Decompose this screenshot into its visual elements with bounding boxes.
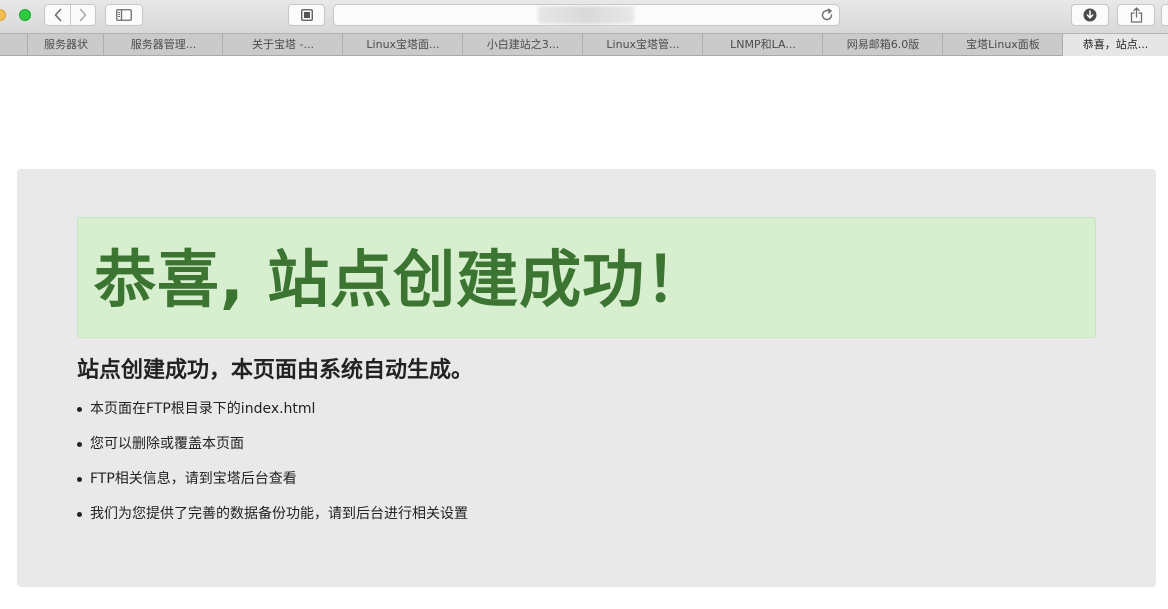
tab-label: Linux宝塔面...	[366, 38, 440, 51]
forward-icon	[79, 8, 87, 22]
reload-icon[interactable]	[820, 8, 834, 22]
tab-label: 服务器管理...	[130, 38, 197, 51]
tab-label: LNMP和LA...	[730, 38, 796, 51]
navigation-buttons	[44, 4, 96, 26]
success-alert: 恭喜, 站点创建成功！	[77, 217, 1096, 338]
download-icon	[1083, 8, 1097, 22]
tab-bar: 服务器状 服务器管理... 关于宝塔 -... Linux宝塔面... 小白建站…	[0, 33, 1168, 56]
downloads-button[interactable]	[1071, 4, 1109, 26]
address-bar[interactable]	[333, 4, 840, 26]
forward-button[interactable]	[70, 4, 96, 26]
alert-title: 恭喜, 站点创建成功！	[94, 243, 709, 316]
info-list: 本页面在FTP根目录下的index.html 您可以删除或覆盖本页面 FTP相关…	[77, 398, 468, 538]
reader-icon	[300, 9, 313, 21]
list-item: FTP相关信息，请到宝塔后台查看	[77, 468, 468, 503]
tab-1[interactable]: 服务器状	[27, 34, 104, 56]
share-icon	[1130, 7, 1142, 23]
new-tab-button[interactable]	[1161, 4, 1168, 26]
tab-label: 小白建站之3...	[486, 38, 560, 51]
back-icon	[54, 8, 61, 22]
sidebar-button[interactable]	[105, 4, 143, 26]
share-button[interactable]	[1117, 4, 1155, 26]
tab-label: 恭喜，站点...	[1082, 38, 1149, 51]
tab-9[interactable]: 宝塔Linux面板	[942, 34, 1063, 56]
tab-10-active[interactable]: 恭喜，站点...	[1062, 34, 1168, 56]
tab-8[interactable]: 网易邮箱6.0版	[822, 34, 943, 56]
page-subtitle: 站点创建成功，本页面由系统自动生成。	[77, 358, 474, 383]
tab-label: 服务器状	[44, 38, 88, 51]
browser-toolbar	[0, 0, 1168, 33]
tab-label: 宝塔Linux面板	[966, 38, 1040, 51]
url-text-redacted	[538, 6, 634, 24]
tab-3[interactable]: 关于宝塔 -...	[222, 34, 343, 56]
tab-2[interactable]: 服务器管理...	[103, 34, 223, 56]
zoom-window-button[interactable]	[19, 9, 31, 21]
page-container: 恭喜, 站点创建成功！ 站点创建成功，本页面由系统自动生成。 本页面在FTP根目…	[17, 169, 1156, 587]
tab-label: Linux宝塔管...	[606, 38, 680, 51]
tab-7[interactable]: LNMP和LA...	[702, 34, 823, 56]
minimize-window-button[interactable]	[0, 9, 6, 21]
list-item: 您可以删除或覆盖本页面	[77, 433, 468, 468]
back-button[interactable]	[44, 4, 71, 26]
tab-label: 网易邮箱6.0版	[846, 38, 920, 51]
tab-6[interactable]: Linux宝塔管...	[582, 34, 703, 56]
tab-4[interactable]: Linux宝塔面...	[342, 34, 463, 56]
list-item: 本页面在FTP根目录下的index.html	[77, 398, 468, 433]
reader-button[interactable]	[288, 4, 325, 26]
tab-5[interactable]: 小白建站之3...	[462, 34, 583, 56]
sidebar-icon	[116, 9, 132, 21]
tab-label: 关于宝塔 -...	[252, 38, 314, 51]
list-item: 我们为您提供了完善的数据备份功能，请到后台进行相关设置	[77, 503, 468, 538]
